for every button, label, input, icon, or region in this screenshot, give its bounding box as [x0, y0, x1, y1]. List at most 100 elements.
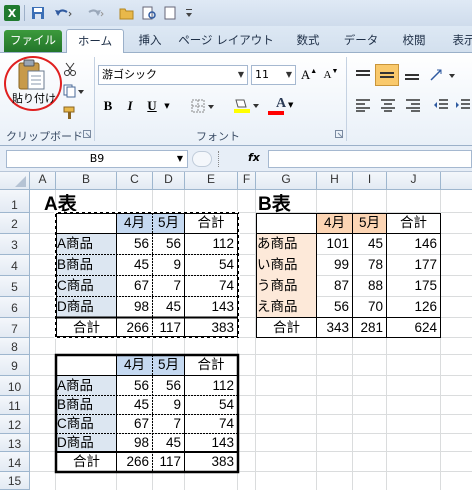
- table-b-total-cell[interactable]: 281: [353, 319, 386, 337]
- table-b-header-may[interactable]: 5月: [353, 214, 386, 232]
- paste-icon[interactable]: [14, 59, 48, 91]
- formula-input[interactable]: [268, 150, 472, 168]
- tab-file[interactable]: ファイル: [4, 30, 62, 52]
- table-b-row-label[interactable]: い商品: [257, 256, 316, 274]
- align-top-icon[interactable]: [352, 65, 374, 85]
- table-c-header-total[interactable]: 合計: [185, 356, 237, 374]
- table-a-cell[interactable]: 74: [185, 277, 237, 295]
- print-preview-icon[interactable]: [140, 5, 158, 21]
- open-folder-icon[interactable]: [118, 5, 136, 21]
- table-b-row-label[interactable]: え商品: [257, 298, 316, 316]
- tab-insert[interactable]: 挿入: [130, 29, 170, 53]
- copy-icon[interactable]: [62, 83, 86, 99]
- table-b-cell[interactable]: 126: [387, 298, 440, 316]
- tab-view[interactable]: 表示: [444, 29, 472, 53]
- table-c-cell[interactable]: 67: [117, 415, 152, 433]
- fill-color-button[interactable]: [232, 97, 262, 115]
- dialog-launcher-icon[interactable]: [334, 129, 344, 139]
- table-a-row-label[interactable]: B商品: [57, 256, 116, 274]
- table-a-cell[interactable]: 56: [117, 235, 152, 253]
- table-c-row-label[interactable]: D商品: [57, 434, 116, 452]
- table-b-cell[interactable]: 88: [353, 277, 386, 295]
- align-right-icon[interactable]: [402, 95, 424, 115]
- borders-button[interactable]: [190, 97, 218, 115]
- format-painter-icon[interactable]: [62, 105, 78, 121]
- excel-logo-icon[interactable]: X: [4, 5, 20, 21]
- cut-icon[interactable]: [62, 61, 78, 77]
- font-color-button[interactable]: A ▼: [266, 96, 296, 115]
- italic-button[interactable]: I: [122, 97, 138, 115]
- paste-button-label[interactable]: 貼り付け: [11, 92, 57, 106]
- worksheet-grid[interactable]: A B C D E F G H I J 1 2 3 4 5 6 7 8 9 10…: [0, 172, 472, 490]
- table-a-cell[interactable]: 7: [153, 277, 184, 295]
- table-a-cell[interactable]: 54: [185, 256, 237, 274]
- align-bottom-icon[interactable]: [401, 65, 423, 85]
- save-icon[interactable]: [30, 5, 46, 21]
- chevron-down-icon[interactable]: ▼: [177, 151, 183, 167]
- customize-icon[interactable]: [184, 5, 194, 21]
- table-a-cell[interactable]: 9: [153, 256, 184, 274]
- align-left-icon[interactable]: [352, 95, 374, 115]
- table-b-cell[interactable]: 177: [387, 256, 440, 274]
- shrink-font-button[interactable]: A ▼: [322, 66, 340, 84]
- insert-function-icon[interactable]: fx: [248, 151, 260, 164]
- table-c-cell[interactable]: 98: [117, 434, 152, 452]
- table-c-total-cell[interactable]: 117: [153, 453, 184, 471]
- dialog-launcher-icon[interactable]: [82, 129, 92, 139]
- table-a-cell[interactable]: 56: [153, 235, 184, 253]
- table-a-cell[interactable]: 112: [185, 235, 237, 253]
- tab-review[interactable]: 校閲: [394, 29, 434, 53]
- align-center-icon[interactable]: [377, 95, 399, 115]
- table-b-row-label[interactable]: う商品: [257, 277, 316, 295]
- table-c-cell[interactable]: 9: [153, 396, 184, 414]
- table-b-cell[interactable]: 70: [353, 298, 386, 316]
- tab-home[interactable]: ホーム: [66, 29, 124, 54]
- tab-formulas[interactable]: 数式: [288, 29, 328, 53]
- table-c-cell[interactable]: 45: [153, 434, 184, 452]
- tab-data[interactable]: データ: [338, 29, 384, 53]
- table-c-total-cell[interactable]: 266: [117, 453, 152, 471]
- table-b-row-label[interactable]: あ商品: [257, 235, 316, 253]
- table-a-cell[interactable]: 98: [117, 298, 152, 316]
- table-a-header-total[interactable]: 合計: [185, 214, 237, 232]
- table-b-cell[interactable]: 99: [317, 256, 352, 274]
- table-a-row-label[interactable]: D商品: [57, 298, 116, 316]
- new-document-icon[interactable]: [162, 5, 178, 21]
- table-c-cell[interactable]: 74: [185, 415, 237, 433]
- table-c-cell[interactable]: 7: [153, 415, 184, 433]
- font-size-combo[interactable]: 11 ▼: [251, 65, 296, 85]
- name-box[interactable]: B9 ▼: [6, 150, 188, 168]
- table-a-row-label[interactable]: C商品: [57, 277, 116, 295]
- table-b-total-cell[interactable]: 343: [317, 319, 352, 337]
- table-c-header-apr[interactable]: 4月: [117, 356, 152, 374]
- table-c-cell[interactable]: 54: [185, 396, 237, 414]
- orientation-icon[interactable]: [428, 65, 460, 85]
- undo-icon[interactable]: [52, 5, 74, 21]
- decrease-indent-icon[interactable]: [430, 95, 452, 115]
- font-name-combo[interactable]: 游ゴシック ▼: [98, 65, 248, 85]
- bold-button[interactable]: B: [100, 97, 116, 115]
- table-a-cell[interactable]: 143: [185, 298, 237, 316]
- table-c-row-label[interactable]: A商品: [57, 377, 116, 395]
- table-c-cell[interactable]: 143: [185, 434, 237, 452]
- table-b-cell[interactable]: 45: [353, 235, 386, 253]
- table-a-total-cell[interactable]: 266: [117, 319, 152, 337]
- table-c-cell[interactable]: 45: [117, 396, 152, 414]
- table-b-cell[interactable]: 101: [317, 235, 352, 253]
- table-b-cell[interactable]: 175: [387, 277, 440, 295]
- table-a-header-apr[interactable]: 4月: [117, 214, 152, 232]
- table-b-header-total[interactable]: 合計: [387, 214, 440, 232]
- table-b-header-apr[interactable]: 4月: [317, 214, 352, 232]
- table-c-row-label[interactable]: B商品: [57, 396, 116, 414]
- table-a-total-label[interactable]: 合計: [57, 319, 116, 337]
- increase-indent-icon[interactable]: [454, 95, 472, 115]
- table-b-total-cell[interactable]: 624: [387, 319, 440, 337]
- table-c-total-label[interactable]: 合計: [57, 453, 116, 471]
- table-b-cell[interactable]: 78: [353, 256, 386, 274]
- table-b-cell[interactable]: 146: [387, 235, 440, 253]
- table-a-cell[interactable]: 45: [153, 298, 184, 316]
- table-b-cell[interactable]: 56: [317, 298, 352, 316]
- align-middle-icon[interactable]: [375, 64, 399, 86]
- table-c-cell[interactable]: 56: [117, 377, 152, 395]
- table-a-total-cell[interactable]: 383: [185, 319, 237, 337]
